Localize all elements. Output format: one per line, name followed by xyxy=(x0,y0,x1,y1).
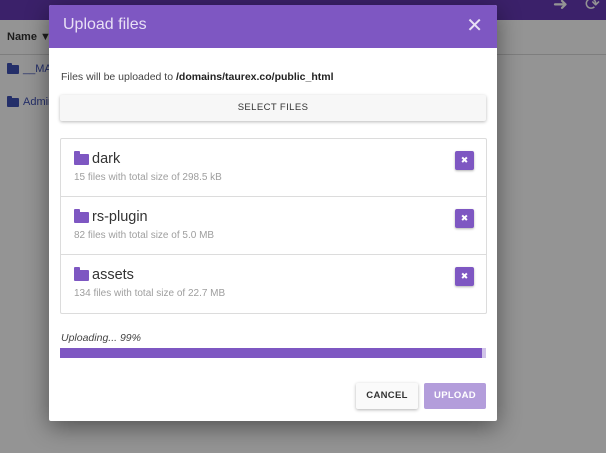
folder-icon xyxy=(74,209,89,223)
list-item: assets 134 files with total size of 22.7… xyxy=(61,255,486,312)
remove-icon[interactable]: ✖ xyxy=(455,209,474,228)
file-meta: 15 files with total size of 298.5 kB xyxy=(74,172,222,183)
upload-destination: Files will be uploaded to /domains/taure… xyxy=(61,71,334,83)
file-name: rs-plugin xyxy=(92,209,148,225)
selected-files-list: dark 15 files with total size of 298.5 k… xyxy=(60,138,487,314)
dialog-header: Upload files ✕ xyxy=(49,5,497,48)
list-item: dark 15 files with total size of 298.5 k… xyxy=(61,139,486,197)
upload-progress-bar xyxy=(60,348,486,358)
folder-icon xyxy=(74,151,89,165)
file-meta: 134 files with total size of 22.7 MB xyxy=(74,288,226,299)
destination-path: /domains/taurex.co/public_html xyxy=(175,71,334,83)
file-meta: 82 files with total size of 5.0 MB xyxy=(74,230,215,241)
upload-dialog: Upload files ✕ Files will be uploaded to… xyxy=(49,5,497,421)
list-item: rs-plugin 82 files with total size of 5.… xyxy=(61,197,486,255)
upload-button[interactable]: UPLOAD xyxy=(424,383,486,409)
upload-progress-label: Uploading... 99% xyxy=(61,332,141,344)
remove-icon[interactable]: ✖ xyxy=(455,267,474,286)
upload-progress-fill xyxy=(60,348,482,358)
file-name: dark xyxy=(92,151,121,167)
select-files-button[interactable]: SELECT FILES xyxy=(60,95,486,121)
dialog-title: Upload files xyxy=(63,16,147,33)
file-name: assets xyxy=(92,267,134,283)
folder-icon xyxy=(74,267,89,281)
remove-icon[interactable]: ✖ xyxy=(455,151,474,170)
close-icon[interactable]: ✕ xyxy=(466,16,483,36)
cancel-button[interactable]: CANCEL xyxy=(356,383,418,409)
destination-prefix: Files will be uploaded to xyxy=(61,71,176,83)
